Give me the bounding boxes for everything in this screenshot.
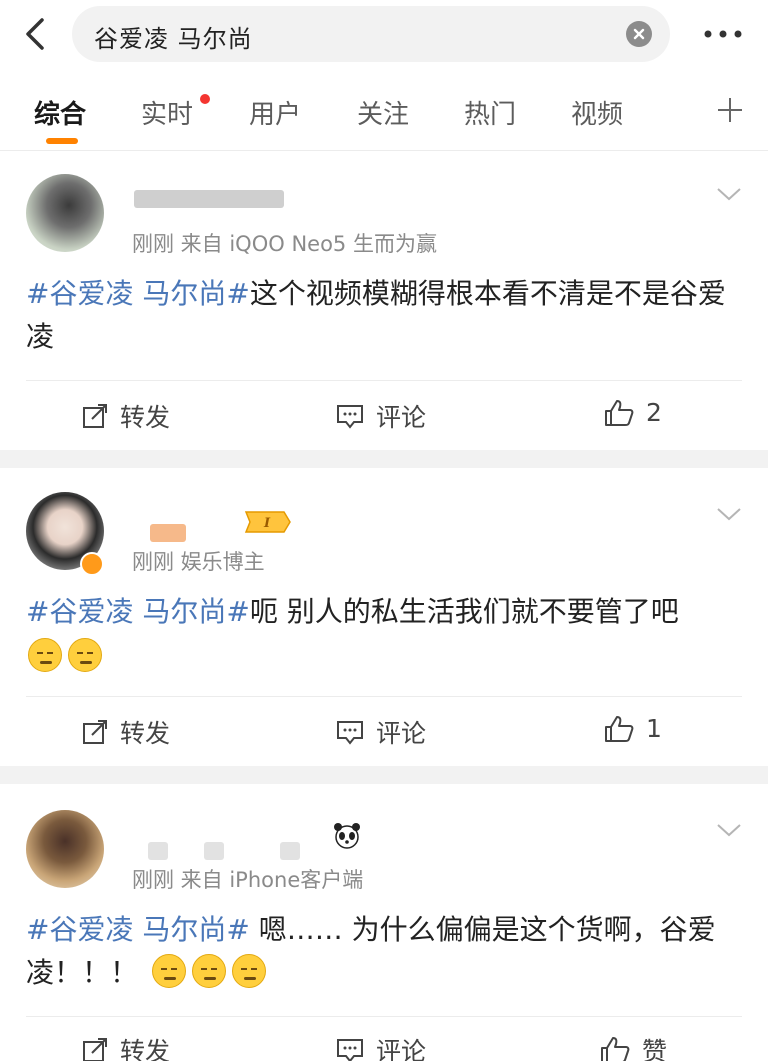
username-redacted: [134, 190, 284, 208]
chevron-down-icon[interactable]: [716, 822, 742, 838]
username-redacted: [148, 842, 168, 860]
post-meta: 刚刚 来自 iPhone客户端: [132, 868, 364, 892]
hashtag-link[interactable]: #谷爱凌 马尔尚#: [26, 595, 250, 628]
tab-hot[interactable]: 热门: [464, 94, 516, 131]
thumbs-up-icon: [601, 1037, 630, 1061]
comment-icon: [337, 1039, 363, 1061]
active-tab-indicator: [46, 138, 78, 144]
repost-icon: [83, 404, 107, 428]
comment-button[interactable]: 评论: [336, 1032, 426, 1061]
post-separator: [0, 450, 768, 468]
unread-dot: [200, 94, 210, 104]
comment-label: 评论: [376, 719, 427, 748]
repost-icon: [83, 1038, 107, 1061]
post-meta: 刚刚 娱乐博主: [132, 550, 265, 574]
repost-button[interactable]: 转发: [82, 714, 170, 750]
hashtag-link[interactable]: #谷爱凌 马尔尚#: [26, 913, 250, 946]
comment-button[interactable]: 评论: [336, 398, 426, 434]
thumbs-up-icon: [605, 715, 634, 742]
comment-label: 评论: [376, 403, 427, 432]
like-count: 1: [646, 714, 662, 743]
search-query: 谷爱凌 马尔尚: [94, 25, 253, 53]
username-redacted: [150, 524, 186, 542]
divider: [26, 380, 742, 381]
tab-users[interactable]: 用户: [249, 94, 301, 131]
search-input[interactable]: 谷爱凌 马尔尚: [72, 6, 670, 62]
smug-emoji-icon: [152, 954, 186, 988]
username-redacted: [280, 842, 300, 860]
sweat-emoji-icon: [68, 638, 102, 672]
divider: [26, 696, 742, 697]
repost-icon: [83, 720, 107, 744]
post-text: #谷爱凌 马尔尚#这个视频模糊得根本看不清是不是谷爱凌: [26, 272, 742, 358]
comment-button[interactable]: 评论: [336, 714, 426, 750]
sweat-emoji-icon: [28, 638, 62, 672]
comment-icon: [337, 721, 363, 745]
repost-label: 转发: [120, 403, 171, 432]
like-button[interactable]: 1: [604, 714, 662, 743]
smug-emoji-icon: [232, 954, 266, 988]
emoji-row: [152, 954, 272, 988]
chevron-down-icon[interactable]: [716, 186, 742, 202]
like-label: 赞: [642, 1037, 668, 1061]
post-meta: 刚刚 来自 iQOO Neo5 生而为赢: [132, 232, 437, 256]
avatar[interactable]: [26, 810, 104, 888]
avatar[interactable]: [26, 174, 104, 252]
more-options-icon[interactable]: [702, 22, 744, 46]
chevron-down-icon[interactable]: [716, 506, 742, 522]
verified-badge-icon: [80, 552, 104, 576]
repost-button[interactable]: 转发: [82, 1032, 170, 1061]
comment-label: 评论: [376, 1037, 427, 1061]
search-tabs: 综合 实时 用户 关注 热门 视频: [0, 82, 768, 148]
emoji-row: [28, 638, 108, 672]
like-button[interactable]: 赞: [600, 1032, 667, 1061]
post-card[interactable]: 刚刚 来自 iQOO Neo5 生而为赢 #谷爱凌 马尔尚#这个视频模糊得根本看…: [0, 152, 768, 448]
divider: [26, 1016, 742, 1017]
tab-video[interactable]: 视频: [571, 94, 623, 131]
post-text-content: 呃 别人的私生活我们就不要管了吧: [249, 595, 679, 628]
member-level-icon: I: [244, 511, 291, 533]
repost-label: 转发: [120, 719, 171, 748]
svg-text:I: I: [263, 516, 271, 531]
tab-comprehensive[interactable]: 综合: [34, 94, 86, 131]
username-redacted: [204, 842, 224, 860]
tab-following[interactable]: 关注: [357, 94, 409, 131]
like-button[interactable]: 2: [604, 398, 662, 427]
back-arrow-icon[interactable]: [20, 14, 50, 54]
smug-emoji-icon: [192, 954, 226, 988]
repost-button[interactable]: 转发: [82, 398, 170, 434]
clear-search-icon[interactable]: [626, 21, 652, 47]
post-separator: [0, 766, 768, 784]
search-header: 谷爱凌 马尔尚: [0, 0, 768, 72]
like-count: 2: [646, 398, 662, 427]
post-text: #谷爱凌 马尔尚# 嗯…… 为什么偏偏是这个货啊，谷爱凌！！！: [26, 908, 742, 994]
comment-icon: [337, 405, 363, 429]
post-text: #谷爱凌 马尔尚#呃 别人的私生活我们就不要管了吧: [26, 590, 742, 633]
panda-icon: [334, 823, 360, 849]
hashtag-link[interactable]: #谷爱凌 马尔尚#: [26, 277, 250, 310]
post-card[interactable]: I 刚刚 娱乐博主 #谷爱凌 马尔尚#呃 别人的私生活我们就不要管了吧 转发 评…: [0, 468, 768, 766]
divider: [0, 150, 768, 151]
thumbs-up-icon: [605, 399, 634, 426]
post-card[interactable]: 刚刚 来自 iPhone客户端 #谷爱凌 马尔尚# 嗯…… 为什么偏偏是这个货啊…: [0, 784, 768, 1061]
tab-realtime[interactable]: 实时: [141, 94, 193, 131]
repost-label: 转发: [120, 1037, 171, 1061]
add-tab-icon[interactable]: [716, 96, 744, 124]
